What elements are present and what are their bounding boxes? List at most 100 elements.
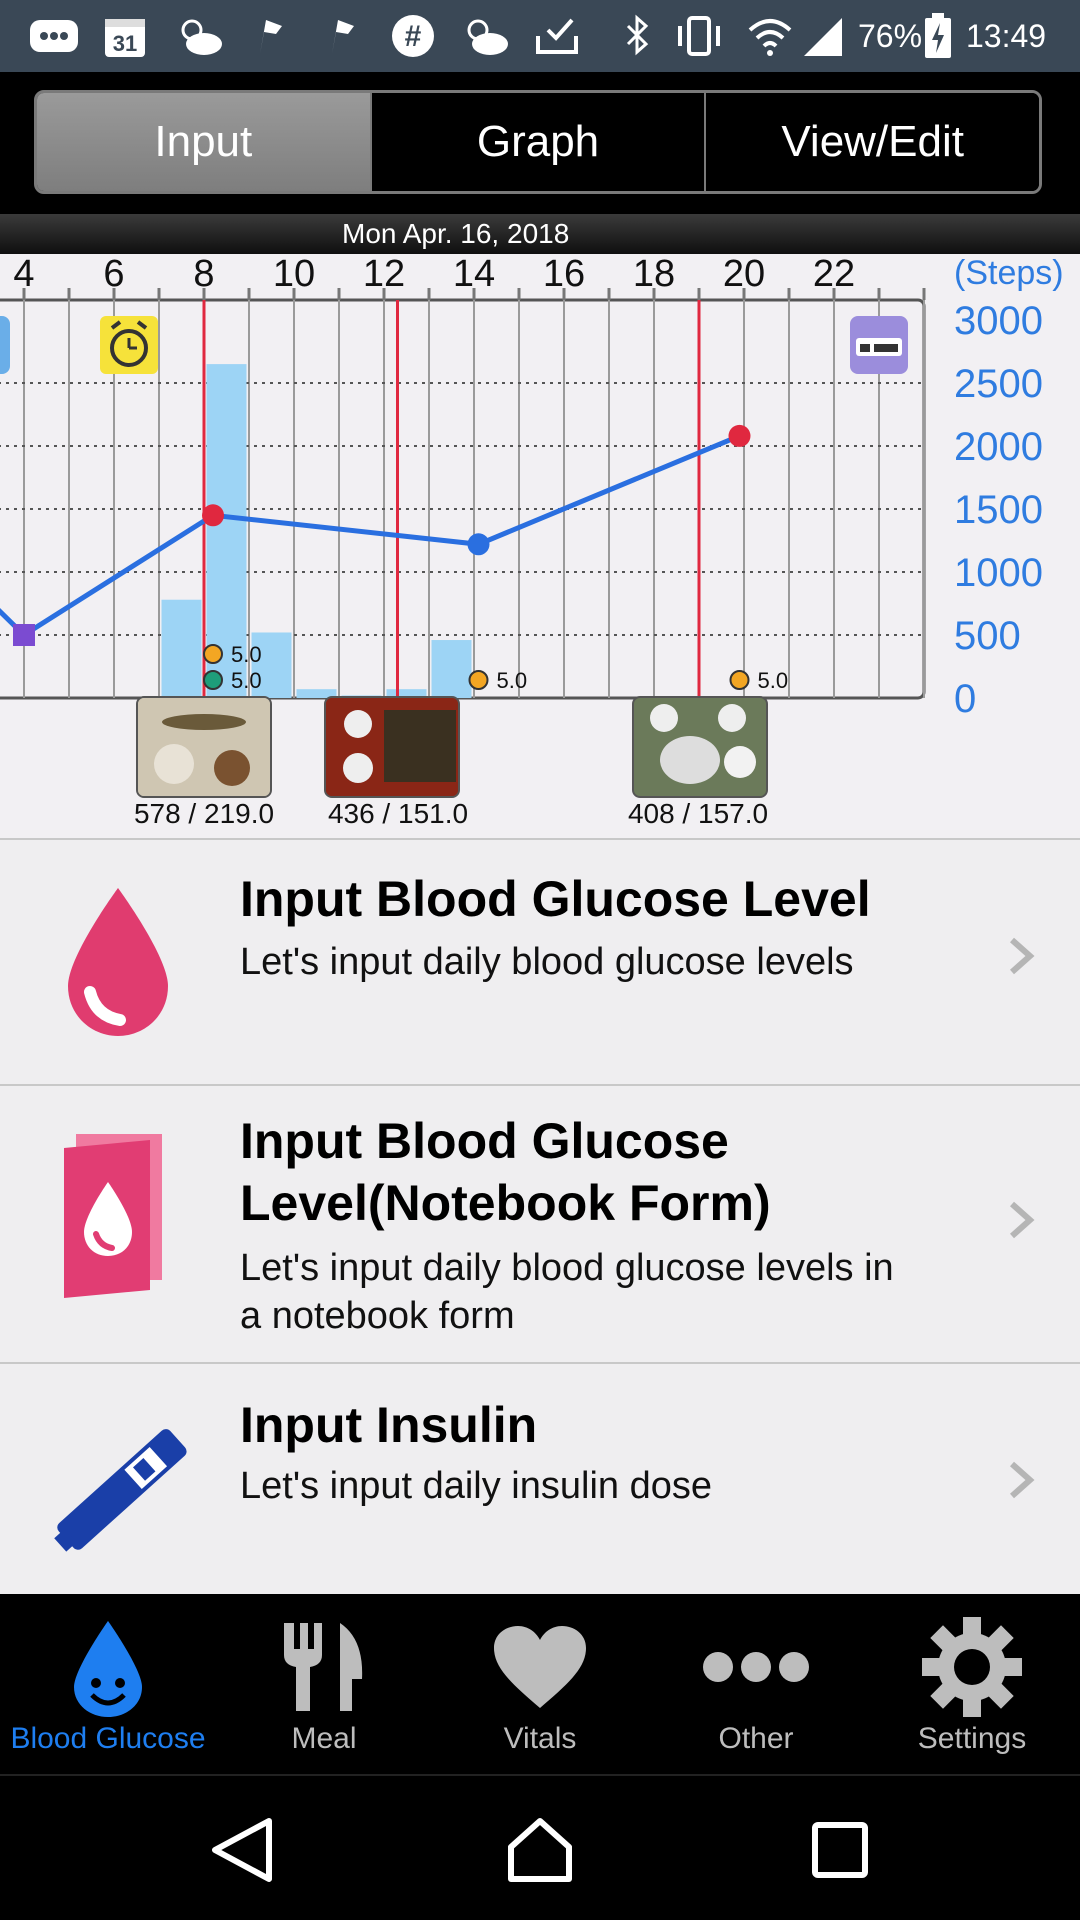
meal-photo[interactable]: [632, 696, 768, 798]
steps-bar: [161, 599, 202, 698]
menu-item-subtitle: Let's input daily blood glucose levels: [240, 941, 854, 983]
segmented-tabs: Input Graph View/Edit: [34, 90, 1042, 194]
messages-icon: [28, 14, 80, 58]
nav-label: Blood Glucose: [10, 1722, 206, 1755]
nav-label: Meal: [291, 1722, 357, 1755]
input-menu: Input Blood Glucose Level Let's input da…: [0, 838, 1080, 1594]
y-tick-label: 0: [954, 677, 976, 721]
meal-photo[interactable]: [324, 696, 460, 798]
menu-item-title: Input Insulin: [240, 1397, 538, 1453]
x-tick-label: 12: [363, 254, 405, 295]
x-axis-labels: 4 6 8 10 12 14 16 18 20 22: [13, 254, 855, 295]
nav-settings[interactable]: Settings: [864, 1594, 1080, 1774]
tab-input[interactable]: Input: [37, 93, 372, 191]
gear-icon: [864, 1612, 1080, 1722]
menu-item-title: Input Blood Glucose Level: [240, 871, 871, 927]
nav-label: Other: [718, 1722, 794, 1755]
meal-photo[interactable]: [136, 696, 272, 798]
alarm-clock-icon: [100, 316, 158, 374]
x-tick-label: 4: [13, 254, 34, 295]
value-marker-label: 5.0: [758, 668, 789, 693]
glucose-point: [728, 424, 751, 447]
wifi-icon: [746, 14, 794, 58]
nav-meal[interactable]: Meal: [216, 1594, 432, 1774]
tab-view-edit[interactable]: View/Edit: [706, 93, 1039, 191]
glucose-point: [202, 504, 224, 527]
chart-date: Mon Apr. 16, 2018: [342, 218, 570, 249]
fork-knife-icon: [216, 1612, 432, 1722]
chevron-right-icon: [1006, 936, 1036, 987]
hashtag-icon: #: [390, 14, 436, 58]
system-navigation-bar: [0, 1774, 1080, 1920]
bluetooth-icon: [620, 14, 654, 58]
x-tick-label: 22: [813, 254, 855, 295]
menu-item-input-blood-glucose[interactable]: Input Blood Glucose Level Let's input da…: [0, 838, 1080, 1084]
calendar-icon: 31: [102, 14, 148, 58]
status-bar: 31 # 76% 13:49: [0, 0, 1080, 72]
inbox-icon: [534, 14, 580, 58]
date-bar: Mon Apr. 16, 2018: [0, 214, 1080, 254]
meal-label: 408 / 157.0: [627, 798, 769, 829]
value-marker-dot: [729, 670, 750, 690]
x-tick-label: 10: [273, 254, 315, 295]
steps-bar: [431, 640, 472, 698]
svg-text:31: 31: [113, 31, 137, 56]
menu-item-input-insulin[interactable]: Input Insulin Let's input daily insulin …: [0, 1362, 1080, 1594]
chevron-right-icon: [1006, 1460, 1036, 1511]
daily-chart[interactable]: Mon Apr. 16, 2018 4 6 8 10 12 14 16 18 20 22 (Ste…: [0, 214, 1080, 838]
menu-item-input-blood-glucose-notebook[interactable]: Input Blood Glucose Level(Notebook Form)…: [0, 1084, 1080, 1362]
meal-label: 578 / 219.0: [133, 798, 275, 829]
glucose-point: [467, 533, 490, 556]
value-marker-dot: [203, 644, 223, 664]
x-tick-label: 8: [193, 254, 214, 295]
x-tick-label: 16: [543, 254, 585, 295]
menu-item-subtitle: Let's input daily insulin dose: [240, 1465, 712, 1507]
y-tick-label: 2500: [954, 362, 1043, 406]
bottom-navigation: Blood Glucose Meal Vitals Other Settings: [0, 1594, 1080, 1774]
x-tick-label: 14: [453, 254, 495, 295]
blood-drop-icon: [50, 882, 186, 1047]
more-dots-icon: [648, 1612, 864, 1722]
battery-percent: 76%: [858, 18, 923, 54]
clock-time: 13:49: [966, 18, 1047, 54]
menu-item-title: Level(Notebook Form): [240, 1175, 771, 1231]
svg-text:#: #: [405, 20, 422, 53]
top-tab-area: Input Graph View/Edit: [0, 72, 1080, 214]
y-tick-label: 500: [954, 614, 1021, 658]
value-marker-label: 5.0: [231, 668, 262, 693]
y-axis-unit: (Steps): [954, 254, 1064, 292]
battery-charging-icon: [924, 13, 952, 58]
menu-item-subtitle: a notebook form: [240, 1295, 515, 1337]
x-tick-label: 20: [723, 254, 765, 295]
x-tick-label: 18: [633, 254, 675, 295]
weather-icon: [460, 14, 510, 58]
nav-vitals[interactable]: Vitals: [432, 1594, 648, 1774]
nav-label: Vitals: [503, 1722, 577, 1755]
flag-icon: [252, 14, 286, 58]
value-marker-label: 5.0: [231, 642, 262, 667]
tab-graph[interactable]: Graph: [371, 93, 707, 191]
y-tick-label: 1500: [954, 488, 1043, 532]
y-axis-labels: (Steps) 3000 2500 2000 1500 1000 500 0: [954, 254, 1064, 721]
y-tick-label: 1000: [954, 551, 1043, 595]
blood-glucose-drop-icon: [0, 1612, 216, 1722]
back-icon[interactable]: [202, 1810, 282, 1890]
insulin-pen-icon: [52, 1418, 192, 1563]
flag-icon: [324, 14, 358, 58]
nav-blood-glucose[interactable]: Blood Glucose: [0, 1594, 216, 1774]
menu-item-subtitle: Let's input daily blood glucose levels i…: [240, 1247, 894, 1289]
chevron-right-icon: [1006, 1200, 1036, 1251]
menu-item-title: Input Blood Glucose: [240, 1113, 729, 1169]
recents-icon[interactable]: [800, 1810, 880, 1890]
nav-other[interactable]: Other: [648, 1594, 864, 1774]
partial-icon: [0, 316, 10, 374]
y-tick-label: 3000: [954, 299, 1043, 343]
vibrate-icon: [672, 14, 726, 58]
x-tick-label: 6: [103, 254, 124, 295]
home-icon[interactable]: [500, 1810, 580, 1890]
glucose-point: [13, 624, 35, 646]
weather-icon: [174, 14, 224, 58]
value-marker-label: 5.0: [497, 668, 528, 693]
y-tick-label: 2000: [954, 425, 1043, 469]
heart-icon: [432, 1612, 648, 1722]
